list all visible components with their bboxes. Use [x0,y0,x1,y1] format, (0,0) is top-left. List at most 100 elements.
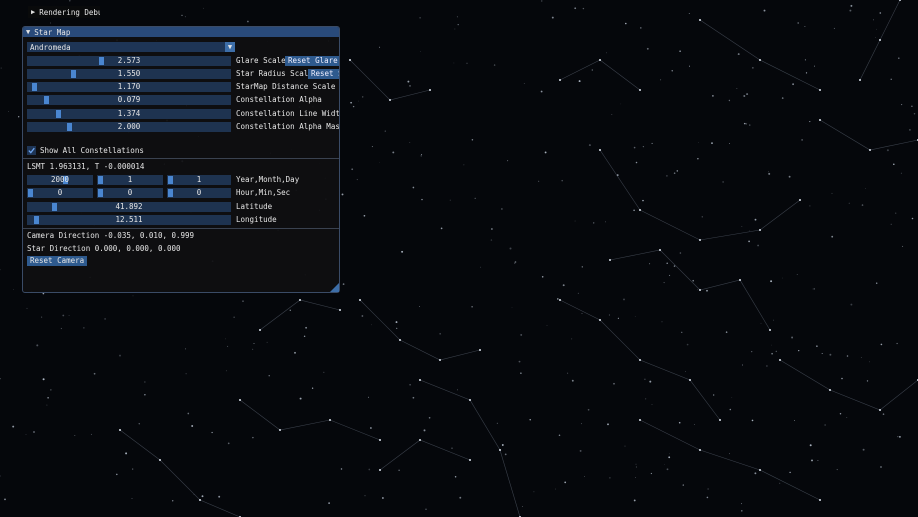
star-dot [90,433,92,435]
star-dot [368,468,371,471]
constellation-alpha-slider[interactable]: 0.079 [27,95,231,105]
star-radius-scale-label: Star Radius Scale [236,69,313,78]
star-dot [728,99,731,102]
star-dot [897,436,899,438]
star-dot [339,309,341,311]
constellation-line [639,419,821,501]
glare-scale-row: 2.573 Glare Scale Reset Glare Scale [27,56,339,66]
star-dot [809,444,812,447]
star-dot [609,477,611,479]
star-dot [384,130,386,132]
star-dot [7,111,9,112]
star-dot [181,14,183,17]
star-dot [522,506,523,507]
star-dot [731,397,733,399]
star-dot [538,180,540,182]
star-dot [699,239,701,241]
star-dot [379,469,381,471]
star-dot [493,64,496,66]
star-dot [409,85,411,87]
star-dot [266,341,268,343]
star-dot [456,16,458,18]
star-dot [649,263,651,265]
star-dot [382,497,384,499]
star-dot [688,65,691,67]
star-dot [504,453,507,456]
resize-grip-icon[interactable] [330,283,339,292]
star-dot [559,79,561,81]
longitude-value: 12.511 [115,215,143,224]
starmap-distance-scale-slider[interactable]: 1.170 [27,82,231,92]
star-dot [593,222,595,224]
constellation-line-width-slider[interactable]: 1.374 [27,109,231,119]
star-dot [663,282,665,284]
star-dot [669,453,670,455]
star-dot [26,307,28,309]
reset-star-radius-scale-button[interactable]: Reset Star Radius Scale [308,69,339,79]
longitude-slider[interactable]: 12.511 [27,215,231,225]
hour-slider[interactable]: 0 [27,188,93,198]
show-all-constellations-checkbox[interactable] [27,145,36,155]
star-dot [890,223,892,225]
star-dot [625,22,627,25]
star-dot [781,97,784,99]
star-dot [898,57,900,59]
constellation-combo[interactable]: Andromeda ▼ [27,42,235,52]
star-dot [668,456,671,459]
reset-glare-scale-button[interactable]: Reset Glare Scale [285,56,339,66]
star-dot [666,262,668,265]
collapse-arrow-icon[interactable]: ▼ [26,28,30,36]
star-dot [457,23,459,26]
rendering-debug-title: Rendering Debug [39,7,100,17]
second-slider[interactable]: 0 [167,188,231,198]
constellation-line [699,19,821,91]
star-radius-scale-slider[interactable]: 1.550 [27,69,231,79]
star-dot [706,289,708,292]
constellation-alpha-mask-slider[interactable]: 2.000 [27,122,231,132]
star-dot [591,69,593,71]
day-slider[interactable]: 1 [167,175,231,185]
constellation-alpha-value: 0.079 [117,95,141,104]
star-dot [471,139,474,141]
star-dot [681,331,683,333]
star-dot [880,466,882,468]
star-dot [661,321,663,323]
star-dot [613,382,615,385]
star-dot [242,300,244,302]
star-dot [697,289,698,291]
star-dot [773,319,775,321]
star-map-titlebar[interactable]: ▼ Star Map [23,27,339,37]
star-dot [875,37,876,38]
star-dot [829,353,832,356]
rendering-debug-window[interactable]: ▶ Rendering Debug [28,6,100,18]
star-dot [185,348,187,350]
star-dot [469,459,471,461]
constellation-line [599,149,801,241]
month-slider[interactable]: 1 [97,175,163,185]
show-all-constellations-row[interactable]: Show All Constellations [27,145,144,155]
collapse-arrow-icon[interactable]: ▶ [31,8,35,16]
reset-camera-button[interactable]: Reset Camera [27,256,88,266]
date-row: 2000 1 1 Year,Month,Day [27,175,339,185]
star-dot [686,343,689,346]
chevron-down-icon[interactable]: ▼ [225,42,235,52]
constellation-alpha-mask-label: Constellation Alpha Mask Power [236,122,339,131]
longitude-label: Longitude [236,215,277,224]
star-map-window[interactable]: ▼ Star Map Andromeda ▼ 2.573 Glare Scale… [22,26,340,293]
star-dot [876,28,877,30]
star-dot [379,439,381,441]
star-dot [74,434,76,437]
star-dot [367,396,370,398]
star-dot [363,214,366,217]
latitude-slider[interactable]: 41.892 [27,202,231,212]
minute-slider[interactable]: 0 [97,188,163,198]
star-dot [760,322,762,324]
star-dot [775,350,777,353]
year-slider[interactable]: 2000 [27,175,93,185]
glare-scale-slider[interactable]: 2.573 [27,56,231,66]
star-dot [671,70,673,72]
star-dot [340,468,343,470]
star-dot [218,495,221,498]
star-dot [743,95,746,97]
star-dot [913,112,916,115]
